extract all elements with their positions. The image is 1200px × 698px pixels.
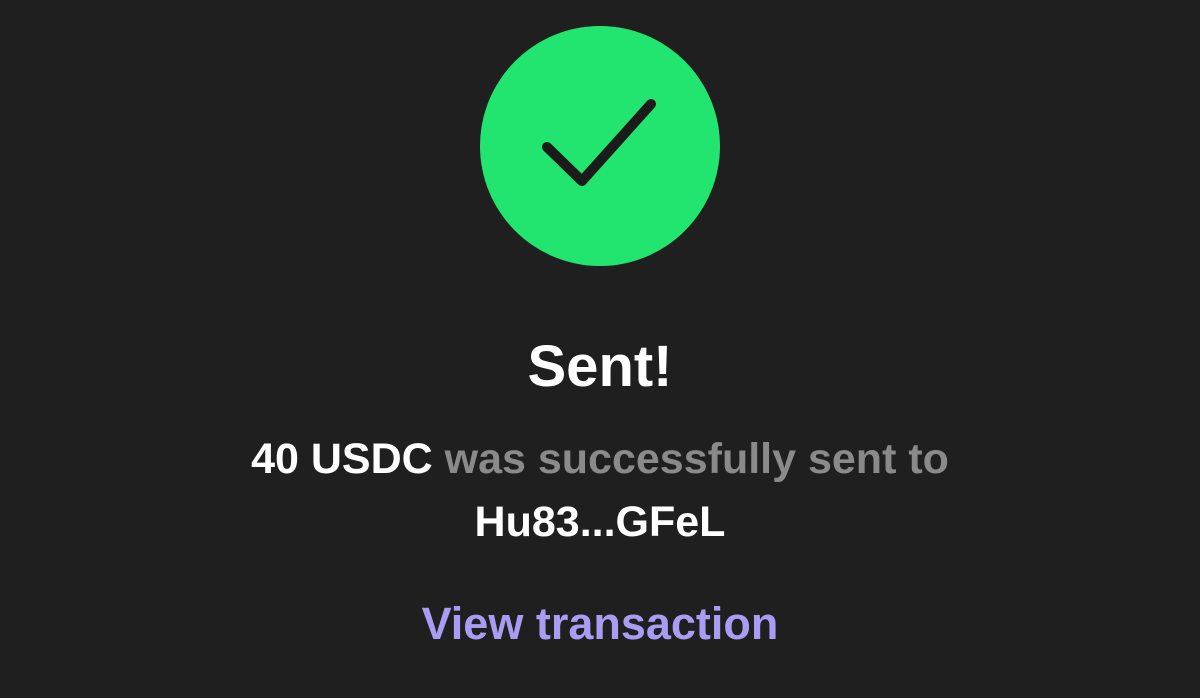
success-badge	[480, 26, 720, 266]
view-transaction-link[interactable]: View transaction	[0, 596, 1200, 652]
message-text: was successfully sent to	[444, 435, 949, 483]
success-message: 40 USDC was successfully sent to	[0, 432, 1200, 486]
transaction-success-screen: Sent! 40 USDC was successfully sent to H…	[0, 0, 1200, 698]
recipient-address: Hu83...GFeL	[474, 498, 726, 546]
page-title: Sent!	[527, 334, 673, 399]
amount-text: 40 USDC	[251, 435, 433, 483]
check-icon	[542, 99, 656, 186]
